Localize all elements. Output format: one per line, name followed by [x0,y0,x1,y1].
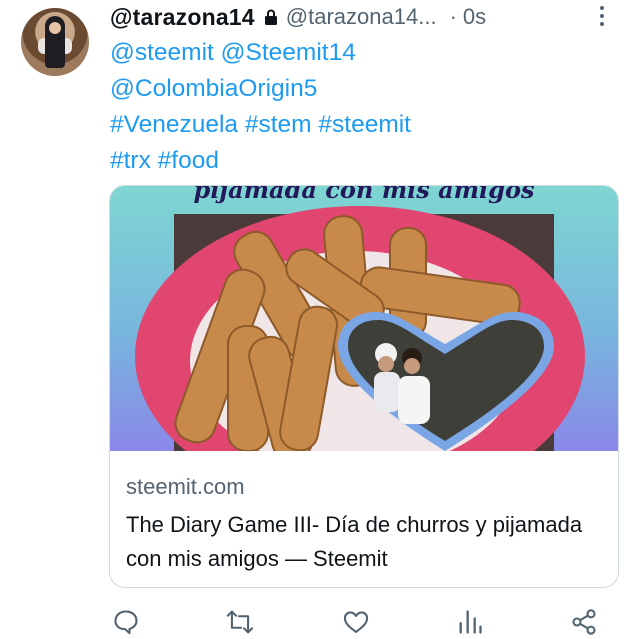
share-button[interactable] [568,606,600,638]
avatar[interactable] [21,8,89,76]
views-button[interactable] [454,606,486,638]
lock-icon [264,9,277,25]
tweet-text-line[interactable]: #Venezuela #stem #steemit [110,107,610,143]
reply-button[interactable] [110,606,142,638]
churros-photo: pijamada con mis amigos [135,186,585,451]
card-image[interactable]: pijamada con mis amigos [110,186,618,451]
timestamp[interactable]: 0s [463,4,486,30]
retweet-button[interactable] [224,606,256,638]
card-domain[interactable]: steemit.com [126,474,245,500]
tweet-header: @tarazona14 @tarazona14... · 0s [110,2,486,32]
user-handle[interactable]: @tarazona14... [286,4,437,30]
share-icon [572,609,596,635]
tweet-text: @steemit @Steemit14 @ColombiaOrigin5 #Ve… [110,35,610,179]
display-name[interactable]: @tarazona14 [110,4,255,31]
card-image-caption: pijamada con mis amigos [194,186,535,204]
like-button[interactable] [340,606,372,638]
heart-icon [343,611,369,633]
tweet-text-line[interactable]: @ColombiaOrigin5 [110,71,610,107]
card-title[interactable]: The Diary Game III- Día de churros y pij… [126,508,606,576]
tweet-text-line[interactable]: @steemit @Steemit14 [110,35,610,71]
views-icon [459,610,482,634]
more-icon[interactable] [596,4,608,28]
tweet-text-line[interactable]: #trx #food [110,143,610,179]
retweet-icon [226,610,254,634]
reply-icon [114,610,138,635]
separator-dot: · [449,4,457,29]
action-bar [0,606,640,639]
link-card[interactable]: pijamada con mis amigos steemit.com The … [109,185,619,588]
avatar-face [49,22,61,34]
